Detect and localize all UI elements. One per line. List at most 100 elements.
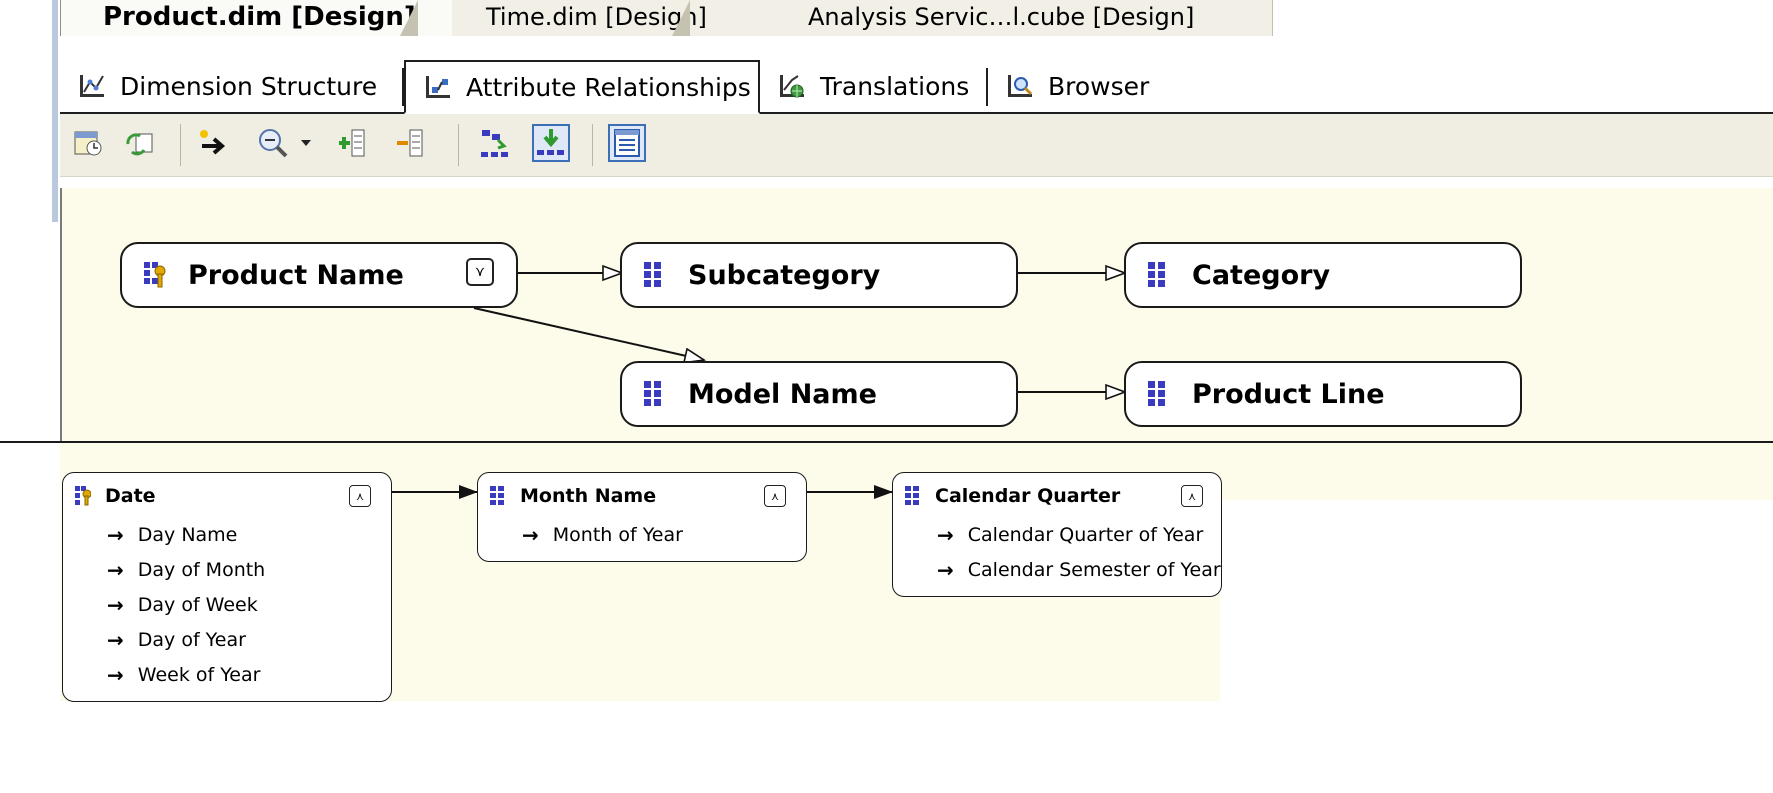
key-attribute-icon [75, 486, 91, 506]
toolbar-separator [180, 124, 181, 166]
attribute-label: Model Name [688, 378, 877, 410]
related-attribute[interactable]: → Day of Week [107, 593, 258, 617]
related-attribute[interactable]: → Month of Year [522, 523, 683, 547]
designer-tab-bar: Dimension Structure Attribute Relationsh… [60, 60, 1773, 114]
related-attribute-label: Day of Year [137, 629, 246, 651]
arrow-right-icon: → [107, 593, 124, 617]
attribute-grid-icon [1148, 381, 1165, 406]
arrow-right-icon: → [937, 523, 954, 547]
tab-translations[interactable]: Translations [760, 62, 986, 110]
attribute-model-name[interactable]: Model Name [620, 361, 1018, 427]
arrow-right-icon: → [107, 558, 124, 582]
show-list-views-button[interactable] [532, 124, 570, 162]
new-relationship-icon [200, 130, 226, 155]
arrange-shapes-icon [481, 130, 508, 157]
browser-icon [1008, 75, 1033, 97]
related-attribute-label: Week of Year [137, 664, 261, 686]
attribute-label: Category [1192, 259, 1331, 291]
related-attribute[interactable]: → Day Name [107, 523, 237, 547]
show-attribute-list-icon [614, 129, 640, 157]
attribute-product-line[interactable]: Product Line [1124, 361, 1522, 427]
tab-browser[interactable]: Browser [988, 62, 1188, 110]
doc-tab-time-dim[interactable]: Time.dim [Design] [452, 0, 753, 36]
toolbar-separator [458, 124, 459, 166]
chevron-double-up-icon: ⋏ [1187, 489, 1197, 503]
attribute-grid-icon [1148, 262, 1165, 287]
attribute-category[interactable]: Category [1124, 242, 1522, 308]
attribute-grid-icon [644, 262, 661, 287]
attribute-calendar-quarter[interactable]: Calendar Quarter ⋏ → Calendar Quarter of … [892, 472, 1222, 597]
arrow-right-icon: → [107, 663, 124, 687]
show-attribute-list-button[interactable] [608, 124, 646, 162]
arrow-right-icon: → [937, 558, 954, 582]
attribute-date[interactable]: Date ⋏ → Day Name → Day of Month → Day of W… [62, 472, 392, 702]
attribute-month-name[interactable]: Month Name ⋏ → Month of Year [477, 472, 807, 562]
related-attribute-label: Day Name [137, 524, 238, 546]
designer-toolbar [60, 114, 1773, 177]
relationship-arrow[interactable] [473, 307, 704, 360]
related-attribute[interactable]: → Day of Year [107, 628, 246, 652]
collapse-toggle[interactable]: ⋏ [1181, 485, 1203, 507]
related-attribute-label: Day of Week [137, 594, 258, 616]
attribute-header: Month Name [490, 485, 656, 507]
related-attribute-label: Day of Month [137, 559, 266, 581]
tab-separator [400, 0, 418, 36]
tab-dimension-structure[interactable]: Dimension Structure [60, 62, 400, 110]
collapse-toggle[interactable]: ⋏ [764, 485, 786, 507]
document-tab-strip: Product.dim [Design] Time.dim [Design] A… [0, 0, 1773, 222]
tab-label: Attribute Relationships [466, 72, 751, 102]
attribute-label: Product Name [188, 259, 404, 291]
window-left-edge [52, 0, 58, 222]
chevron-down-icon [301, 140, 311, 146]
dimension-designer: Dimension Structure Attribute Relationsh… [60, 38, 1773, 500]
attribute-product-name[interactable]: Product Name ⋎ [120, 242, 518, 308]
collapse-all-icon [397, 129, 423, 157]
tab-label: Dimension Structure [120, 71, 378, 101]
arrow-right-icon: → [107, 523, 124, 547]
process-button[interactable] [72, 126, 106, 160]
process-icon [74, 131, 102, 156]
zoom-dropdown-button[interactable] [298, 126, 314, 160]
attribute-label: Product Line [1192, 378, 1385, 410]
attribute-grid-icon [905, 486, 919, 505]
attribute-label: Subcategory [688, 259, 881, 291]
attribute-header: Date [75, 485, 156, 507]
attribute-header: Calendar Quarter [905, 485, 1120, 507]
expand-all-button[interactable] [336, 126, 370, 160]
arrow-right-icon: → [107, 628, 124, 652]
reconnect-icon [126, 133, 153, 156]
tab-separator [672, 0, 690, 36]
related-attribute[interactable]: → Day of Month [107, 558, 265, 582]
related-attribute[interactable]: → Calendar Quarter of Year [937, 523, 1203, 547]
chevron-double-up-icon: ⋏ [770, 489, 780, 503]
reconnect-button[interactable] [124, 126, 158, 160]
collapse-all-button[interactable] [394, 126, 428, 160]
new-relationship-button[interactable] [196, 126, 230, 160]
show-list-views-icon [537, 129, 564, 155]
dimension-structure-icon [80, 75, 104, 97]
attribute-label: Month Name [520, 485, 657, 507]
expand-all-icon [339, 129, 365, 157]
arrange-shapes-button[interactable] [478, 126, 512, 160]
key-attribute-icon [144, 262, 166, 288]
zoom-button[interactable] [256, 126, 290, 160]
attribute-grid-icon [644, 381, 661, 406]
chevron-double-down-icon: ⋎ [474, 264, 486, 280]
related-attribute-label: Month of Year [552, 524, 683, 546]
tab-label: Browser [1048, 71, 1150, 101]
attribute-relationships-icon [426, 76, 450, 98]
related-attribute-label: Calendar Quarter of Year [967, 524, 1204, 546]
expand-toggle[interactable]: ⋎ [466, 258, 494, 286]
collapse-toggle[interactable]: ⋏ [349, 485, 371, 507]
doc-tab-label: Product.dim [Design] [103, 2, 416, 32]
related-attribute[interactable]: → Calendar Semester of Year [937, 558, 1221, 582]
attribute-subcategory[interactable]: Subcategory [620, 242, 1018, 308]
doc-tab-product-dim[interactable]: Product.dim [Design] [60, 0, 454, 36]
arrow-right-icon: → [522, 523, 539, 547]
tab-attribute-relationships[interactable]: Attribute Relationships [404, 60, 760, 114]
doc-tab-analysis-cube[interactable]: Analysis Servic…l.cube [Design] [752, 0, 1273, 36]
related-attribute[interactable]: → Week of Year [107, 663, 260, 687]
attribute-label: Date [105, 485, 156, 507]
translations-icon [780, 75, 804, 98]
tab-label: Translations [820, 71, 970, 101]
